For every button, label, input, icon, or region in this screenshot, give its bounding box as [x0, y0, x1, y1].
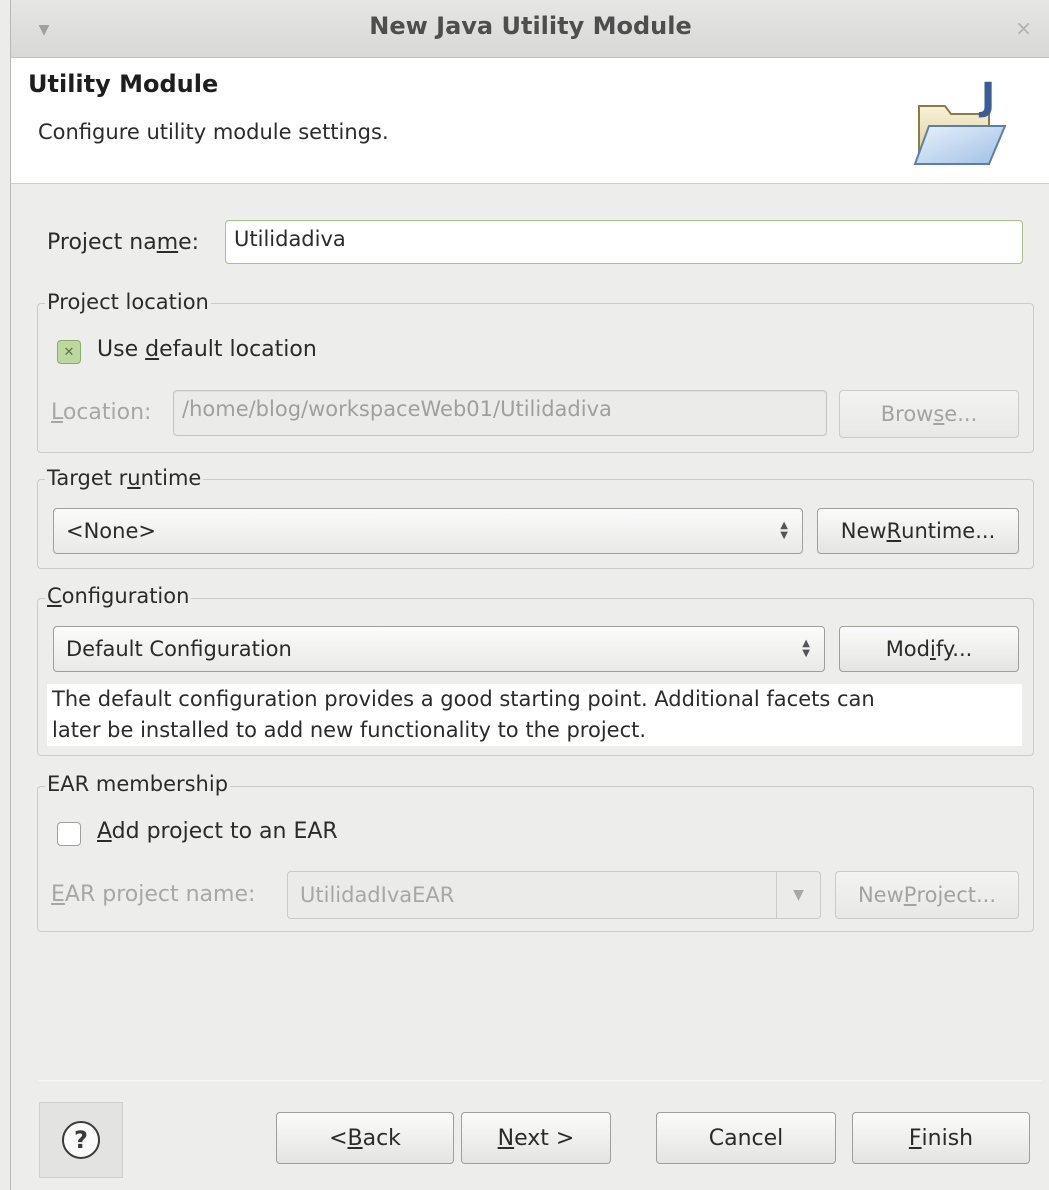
project-name-label: Project name:: [47, 230, 200, 255]
wizard-header: Utility Module Configure utility module …: [11, 58, 1049, 184]
new-runtime-button[interactable]: New Runtime...: [817, 508, 1019, 554]
configuration-description-line: The default configuration provides a goo…: [52, 687, 875, 711]
cancel-button[interactable]: Cancel: [656, 1112, 836, 1164]
dropdown-arrow-icon[interactable]: ▼: [776, 872, 820, 918]
close-icon[interactable]: ×: [1015, 16, 1032, 40]
use-default-location-checkbox[interactable]: ✕: [57, 340, 81, 364]
new-project-button[interactable]: New Project...: [835, 871, 1019, 919]
back-button[interactable]: < Back: [276, 1112, 454, 1164]
finish-button[interactable]: Finish: [852, 1112, 1030, 1164]
spin-arrows-icon: ▲ ▼: [802, 638, 810, 659]
location-field[interactable]: /home/blog/workspaceWeb01/Utilidadiva: [173, 390, 827, 436]
target-runtime-label: Target runtime: [45, 466, 204, 490]
help-button[interactable]: ?: [39, 1102, 123, 1178]
footer-separator: [39, 1080, 1041, 1081]
configuration-description-line: later be installed to add new functional…: [52, 718, 647, 742]
target-runtime-select[interactable]: <None> ▲ ▼: [53, 508, 803, 554]
modify-button[interactable]: Mod i fy...: [839, 626, 1019, 672]
title-bar[interactable]: ▼ New Java Utility Module ×: [11, 0, 1049, 58]
help-icon: ?: [62, 1121, 100, 1159]
project-location-label: Project location: [45, 290, 211, 314]
configuration-description: The default configuration provides a goo…: [47, 684, 1022, 746]
add-to-ear-checkbox[interactable]: [57, 822, 81, 846]
java-folder-icon: J: [913, 76, 1007, 165]
svg-text:J: J: [978, 76, 995, 119]
project-name-field[interactable]: Utilidadiva: [225, 220, 1023, 264]
ear-project-name-select[interactable]: UtilidadIvaEAR ▼: [287, 871, 821, 919]
use-default-location-label: Use default location: [97, 337, 317, 362]
add-to-ear-label: Add project to an EAR: [97, 819, 338, 844]
page-title: Utility Module: [28, 70, 219, 98]
page-description: Configure utility module settings.: [38, 120, 389, 144]
configuration-select[interactable]: Default Configuration ▲ ▼: [53, 626, 825, 672]
next-button[interactable]: Next >: [461, 1112, 611, 1164]
ear-membership-label: EAR membership: [45, 772, 231, 796]
window-title: New Java Utility Module: [369, 12, 692, 40]
configuration-label: Configuration: [45, 584, 192, 608]
spin-arrows-icon: ▲ ▼: [780, 520, 788, 541]
ear-project-name-label: EAR project name:: [51, 882, 256, 907]
dialog-window: ▼ New Java Utility Module × Utility Modu…: [10, 0, 1049, 1190]
location-label: Location:: [51, 400, 152, 425]
browse-button[interactable]: Brow s e...: [839, 390, 1019, 438]
